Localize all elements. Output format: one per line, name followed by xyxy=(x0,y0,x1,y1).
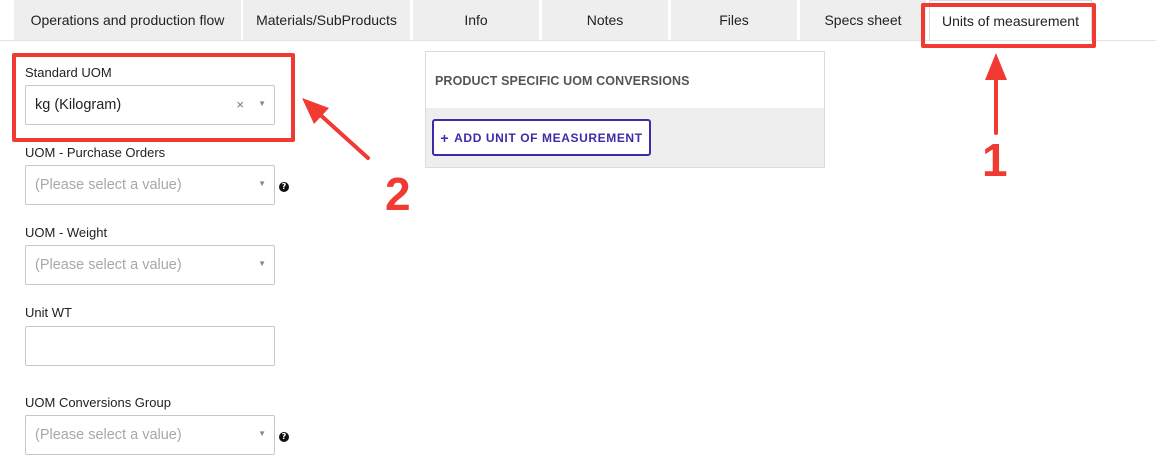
select-placeholder: (Please select a value) xyxy=(35,177,182,193)
plus-icon: + xyxy=(440,129,450,146)
uom-weight-select[interactable]: (Please select a value) ▼ xyxy=(25,245,275,285)
chevron-down-icon: ▼ xyxy=(258,259,266,268)
unit-wt-label: Unit WT xyxy=(25,305,72,320)
tab-label: Materials/SubProducts xyxy=(256,12,397,28)
highlight-box-units-tab xyxy=(921,3,1096,48)
help-icon[interactable]: ? xyxy=(279,432,289,442)
uom-weight-label: UOM - Weight xyxy=(25,225,108,240)
chevron-down-icon: ▼ xyxy=(258,429,266,438)
tab-info[interactable]: Info xyxy=(413,0,539,40)
chevron-down-icon: ▼ xyxy=(258,179,266,188)
uom-conversions-group-label: UOM Conversions Group xyxy=(25,395,171,410)
arrow-diagonal-icon xyxy=(302,98,370,160)
step-number-1: 1 xyxy=(982,134,1008,186)
uom-conversions-group-select[interactable]: (Please select a value) ▼ xyxy=(25,415,275,455)
tab-label: Specs sheet xyxy=(824,12,902,28)
highlight-box-standard-uom xyxy=(12,53,295,142)
select-placeholder: (Please select a value) xyxy=(35,257,182,273)
arrow-up-icon xyxy=(985,53,1007,135)
uom-purchase-orders-select[interactable]: (Please select a value) ▼ xyxy=(25,165,275,205)
panel-header: PRODUCT SPECIFIC UOM CONVERSIONS xyxy=(426,52,824,108)
tab-materials-subproducts[interactable]: Materials/SubProducts xyxy=(243,0,410,40)
uom-purchase-orders-label: UOM - Purchase Orders xyxy=(25,145,166,160)
tab-files[interactable]: Files xyxy=(671,0,797,40)
tab-label: Notes xyxy=(586,12,624,28)
panel-title: PRODUCT SPECIFIC UOM CONVERSIONS xyxy=(435,74,690,88)
tab-operations-and-production-flow[interactable]: Operations and production flow xyxy=(14,0,241,40)
tab-notes[interactable]: Notes xyxy=(542,0,668,40)
tab-label: Operations and production flow xyxy=(30,12,225,28)
add-unit-of-measurement-button[interactable]: + ADD UNIT OF MEASUREMENT xyxy=(432,119,651,156)
tab-specs-sheet[interactable]: Specs sheet xyxy=(800,0,926,40)
uom-conversions-panel: PRODUCT SPECIFIC UOM CONVERSIONS + ADD U… xyxy=(425,51,825,168)
tab-label: Info xyxy=(464,12,488,28)
add-button-label: ADD UNIT OF MEASUREMENT xyxy=(454,130,643,145)
help-icon[interactable]: ? xyxy=(279,182,289,192)
unit-wt-input[interactable] xyxy=(25,326,275,366)
tab-label: Files xyxy=(719,12,749,28)
select-placeholder: (Please select a value) xyxy=(35,427,182,443)
step-number-2: 2 xyxy=(385,168,411,220)
panel-body: + ADD UNIT OF MEASUREMENT xyxy=(426,108,824,167)
